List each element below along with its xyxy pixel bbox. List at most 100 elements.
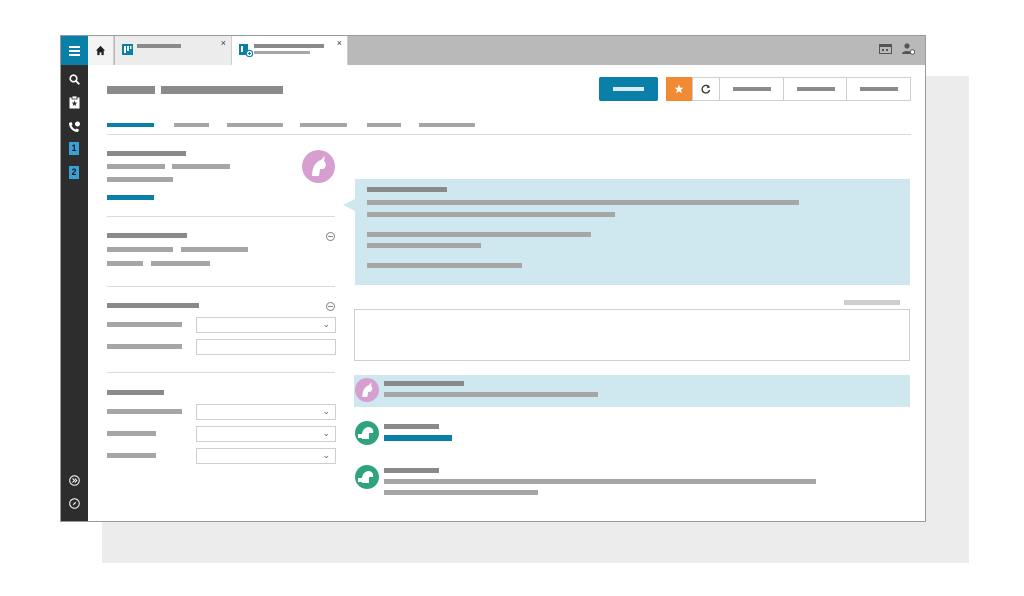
tab-case[interactable]: ×	[232, 36, 348, 66]
feed-item-2-link[interactable]	[384, 435, 452, 441]
section-2-line-2b	[151, 261, 210, 266]
unicorn-icon	[362, 382, 373, 397]
field-label-1	[107, 322, 182, 327]
chevron-down-icon: ⌄	[322, 428, 330, 438]
compass-icon	[69, 498, 80, 509]
page-title	[161, 86, 283, 94]
feed-avatar-agent	[355, 465, 379, 489]
section-2-line-1b	[181, 247, 248, 252]
sidebar-phone[interactable]	[67, 119, 82, 134]
app-window: × × 1 2 ⌄ ⌄ ⌄ ⌄	[60, 35, 926, 522]
user-settings-icon[interactable]	[902, 43, 915, 55]
phone-icon	[69, 121, 80, 132]
section-4-title	[107, 390, 164, 395]
agent-icon	[358, 427, 374, 439]
tab-6[interactable]	[419, 123, 475, 127]
section-2-title	[107, 233, 187, 238]
section-2-line-2a	[107, 261, 143, 266]
favorite-button[interactable]	[666, 77, 692, 101]
feed-item-highlighted[interactable]	[354, 375, 910, 407]
collapse-icon[interactable]	[326, 302, 335, 311]
feed-item-2-title	[384, 424, 439, 429]
toolbar-button-2[interactable]	[783, 78, 846, 100]
primary-action-button[interactable]	[599, 77, 658, 101]
customer-avatar	[302, 150, 335, 183]
feed-avatar-agent	[355, 421, 379, 445]
field-label-4	[107, 431, 156, 436]
tab-details[interactable]	[107, 123, 154, 127]
customer-name	[107, 151, 186, 156]
refresh-button[interactable]	[693, 78, 719, 100]
sidebar-screen-1[interactable]: 1	[69, 142, 79, 155]
compose-textbox[interactable]	[354, 309, 910, 361]
feed-item-3-line-1	[384, 479, 816, 484]
calendar-icon[interactable]	[879, 43, 892, 54]
chevron-down-icon: ⌄	[322, 319, 330, 329]
tab-3[interactable]	[227, 123, 283, 127]
star-icon	[674, 84, 684, 94]
select-field-3[interactable]: ⌄	[196, 404, 336, 420]
feed-item-3-title	[384, 468, 439, 473]
toolbar-button-1[interactable]	[719, 78, 783, 100]
customer-link[interactable]	[107, 195, 154, 200]
search-icon	[69, 74, 80, 85]
toolbar-button-3-label	[860, 87, 898, 91]
sidebar-compass[interactable]	[67, 496, 82, 511]
home-tab[interactable]	[88, 36, 114, 65]
hamburger-menu-button[interactable]	[61, 36, 88, 65]
message-title	[367, 187, 447, 192]
sidebar-worklist[interactable]	[67, 95, 82, 110]
message-line-4	[367, 243, 481, 248]
tab-bar: × ×	[61, 36, 925, 66]
collapse-icon[interactable]	[326, 232, 335, 241]
message-line-1	[367, 200, 799, 205]
agent-icon	[358, 471, 374, 483]
sidebar-expand[interactable]	[67, 473, 82, 488]
compose-meta	[844, 300, 900, 305]
customer-detail-1	[107, 164, 165, 169]
tab-5[interactable]	[367, 123, 401, 127]
tab-4[interactable]	[300, 123, 347, 127]
chevron-down-icon: ⌄	[322, 406, 330, 416]
message-line-2	[367, 212, 615, 217]
select-field-4[interactable]: ⌄	[196, 426, 336, 442]
tab-subtitle-placeholder	[254, 51, 310, 54]
toolbar-button-3[interactable]	[846, 78, 910, 100]
customer-detail-2	[172, 164, 230, 169]
bubble-tail	[343, 199, 355, 211]
page-title-prefix	[107, 86, 155, 94]
main-content: ⌄ ⌄ ⌄ ⌄	[88, 65, 925, 521]
board-icon	[122, 44, 133, 55]
sidebar: 1 2	[61, 65, 88, 521]
customer-detail-3	[107, 177, 173, 182]
unicorn-icon	[312, 156, 326, 176]
home-icon	[95, 45, 106, 56]
refresh-icon	[701, 84, 711, 94]
tab-board[interactable]: ×	[115, 36, 232, 65]
case-icon	[239, 44, 253, 57]
section-3-title	[107, 303, 199, 308]
message-line-3	[367, 232, 591, 237]
tab-close-button[interactable]: ×	[337, 38, 342, 48]
sidebar-screen-2[interactable]: 2	[69, 166, 79, 179]
tab-title-placeholder	[137, 44, 181, 48]
tab-close-button[interactable]: ×	[221, 38, 226, 48]
tab-2[interactable]	[174, 123, 209, 127]
section-divider	[107, 372, 335, 373]
top-right-icons	[879, 43, 915, 55]
sidebar-search[interactable]	[67, 72, 82, 87]
section-divider	[107, 286, 335, 287]
feed-avatar-customer	[355, 378, 379, 402]
select-field-1[interactable]: ⌄	[196, 317, 336, 333]
select-field-5[interactable]: ⌄	[196, 448, 336, 464]
toolbar-button-group	[692, 77, 911, 101]
feed-item-1-text	[384, 392, 598, 397]
primary-action-label	[613, 87, 644, 91]
feed-item-1-title	[384, 381, 464, 386]
feed-item-3-line-2	[384, 490, 538, 495]
toolbar-button-1-label	[733, 87, 771, 91]
text-field-2[interactable]	[196, 339, 336, 355]
tabs-underline	[107, 134, 911, 135]
chevron-down-icon: ⌄	[322, 450, 330, 460]
message-bubble	[355, 179, 910, 285]
